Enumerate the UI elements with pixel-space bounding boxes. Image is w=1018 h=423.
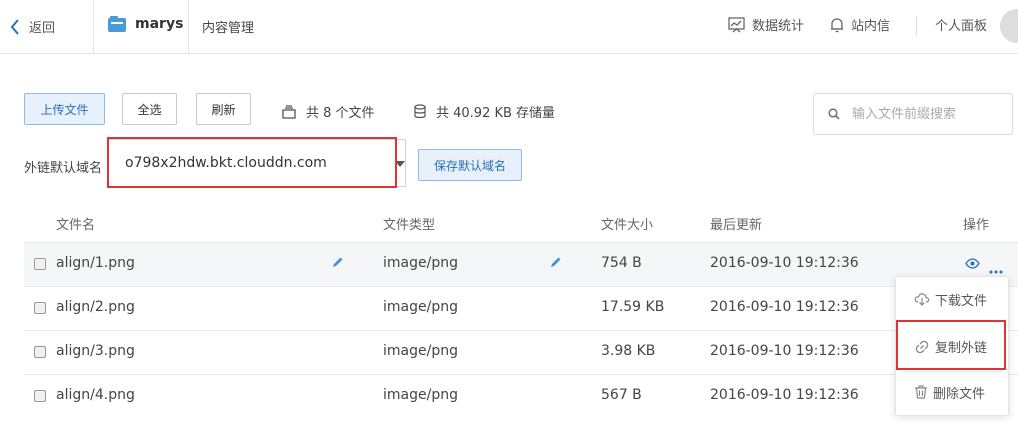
table-header: 文件名 文件类型 文件大小 最后更新 操作 <box>24 200 1018 242</box>
menu-item-delete[interactable]: 删除文件 <box>896 372 1008 412</box>
menu-item-copy-link[interactable]: 复制外链 <box>896 326 1008 366</box>
file-updated: 2016-09-10 19:12:36 <box>710 343 859 359</box>
column-header-type[interactable]: 文件类型 <box>383 214 435 233</box>
row-checkbox[interactable] <box>34 390 46 402</box>
nav-messages[interactable]: 站内信 <box>830 15 890 34</box>
file-type: image/png <box>383 255 458 271</box>
divider <box>916 16 917 36</box>
search-box[interactable] <box>813 93 1013 135</box>
link-icon <box>915 340 929 353</box>
nav-messages-label: 站内信 <box>851 19 891 34</box>
table-row[interactable]: align/4.png image/png 567 B 2016-09-10 1… <box>24 374 1018 418</box>
column-header-actions: 操作 <box>963 218 990 233</box>
file-size: 567 B <box>601 387 642 403</box>
column-header-updated[interactable]: 最后更新 <box>710 214 762 233</box>
chevron-left-icon <box>10 18 19 35</box>
file-type: image/png <box>383 387 458 403</box>
file-stack-icon <box>282 104 296 119</box>
bucket-name[interactable]: marys <box>107 15 183 33</box>
menu-item-download[interactable]: 下载文件 <box>896 279 1008 319</box>
table-row[interactable]: align/2.png image/png 17.59 KB 2016-09-1… <box>24 286 1018 330</box>
table-row[interactable]: align/3.png image/png 3.98 KB 2016-09-10… <box>24 330 1018 374</box>
nav-panel[interactable]: 个人面板 <box>935 15 987 34</box>
menu-copy-link-label: 复制外链 <box>935 340 988 356</box>
file-name[interactable]: align/4.png <box>56 387 135 403</box>
file-size: 754 B <box>601 255 642 271</box>
select-all-button[interactable]: 全选 <box>122 93 177 125</box>
file-type: image/png <box>383 299 458 315</box>
back-button[interactable]: 返回 <box>10 17 55 36</box>
domain-select[interactable]: o798x2hdw.bkt.clouddn.com <box>108 139 406 187</box>
edit-type-icon[interactable] <box>549 256 562 273</box>
column-header-name[interactable]: 文件名 <box>56 214 95 233</box>
bucket-label: marys <box>135 16 184 32</box>
domain-value: o798x2hdw.bkt.clouddn.com <box>125 155 327 171</box>
avatar[interactable] <box>1000 9 1018 43</box>
storage-label: 共 40.92 KB 存储量 <box>436 106 556 121</box>
file-name[interactable]: align/3.png <box>56 343 135 359</box>
edit-name-icon[interactable] <box>331 256 344 273</box>
file-size: 3.98 KB <box>601 343 656 359</box>
search-icon <box>828 108 840 120</box>
row-checkbox[interactable] <box>34 302 46 314</box>
file-name[interactable]: align/1.png <box>56 255 135 271</box>
file-count-label: 共 8 个文件 <box>306 106 375 121</box>
save-domain-button[interactable]: 保存默认域名 <box>418 149 522 181</box>
row-checkbox[interactable] <box>34 258 46 270</box>
trash-icon <box>915 385 927 399</box>
file-updated: 2016-09-10 19:12:36 <box>710 387 859 403</box>
top-bar: 返回 marys 内容管理 数据统计 站内信 个人面板 <box>0 0 1018 54</box>
menu-delete-label: 删除文件 <box>933 386 986 402</box>
refresh-button[interactable]: 刷新 <box>196 93 251 125</box>
nav-panel-label: 个人面板 <box>935 19 988 34</box>
bucket-icon <box>108 16 126 32</box>
search-input[interactable] <box>852 106 1002 122</box>
eye-icon[interactable] <box>965 258 980 273</box>
divider <box>93 0 94 54</box>
table-row[interactable]: align/1.png image/png 754 B 2016-09-10 1… <box>24 242 1018 286</box>
back-label: 返回 <box>29 21 56 36</box>
nav-stats-label: 数据统计 <box>752 19 805 34</box>
context-menu: 下载文件 复制外链 删除文件 <box>895 276 1009 416</box>
menu-download-label: 下载文件 <box>935 293 988 309</box>
column-header-size[interactable]: 文件大小 <box>601 214 653 233</box>
file-updated: 2016-09-10 19:12:36 <box>710 255 859 271</box>
file-size: 17.59 KB <box>601 299 665 315</box>
storage-usage: 共 40.92 KB 存储量 <box>414 102 555 121</box>
database-icon <box>414 104 426 119</box>
bell-icon <box>831 17 843 32</box>
file-count: 共 8 个文件 <box>282 102 375 121</box>
domain-label: 外链默认域名 <box>24 161 103 176</box>
nav-stats[interactable]: 数据统计 <box>728 15 804 34</box>
file-type: image/png <box>383 343 458 359</box>
upload-button[interactable]: 上传文件 <box>24 93 105 125</box>
divider <box>902 321 1002 322</box>
chevron-down-icon <box>395 161 405 167</box>
cloud-download-icon <box>914 293 930 306</box>
file-name[interactable]: align/2.png <box>56 299 135 315</box>
divider <box>188 0 189 54</box>
page-title: 内容管理 <box>202 21 255 36</box>
chart-icon <box>728 16 745 32</box>
row-checkbox[interactable] <box>34 346 46 358</box>
file-updated: 2016-09-10 19:12:36 <box>710 299 859 315</box>
